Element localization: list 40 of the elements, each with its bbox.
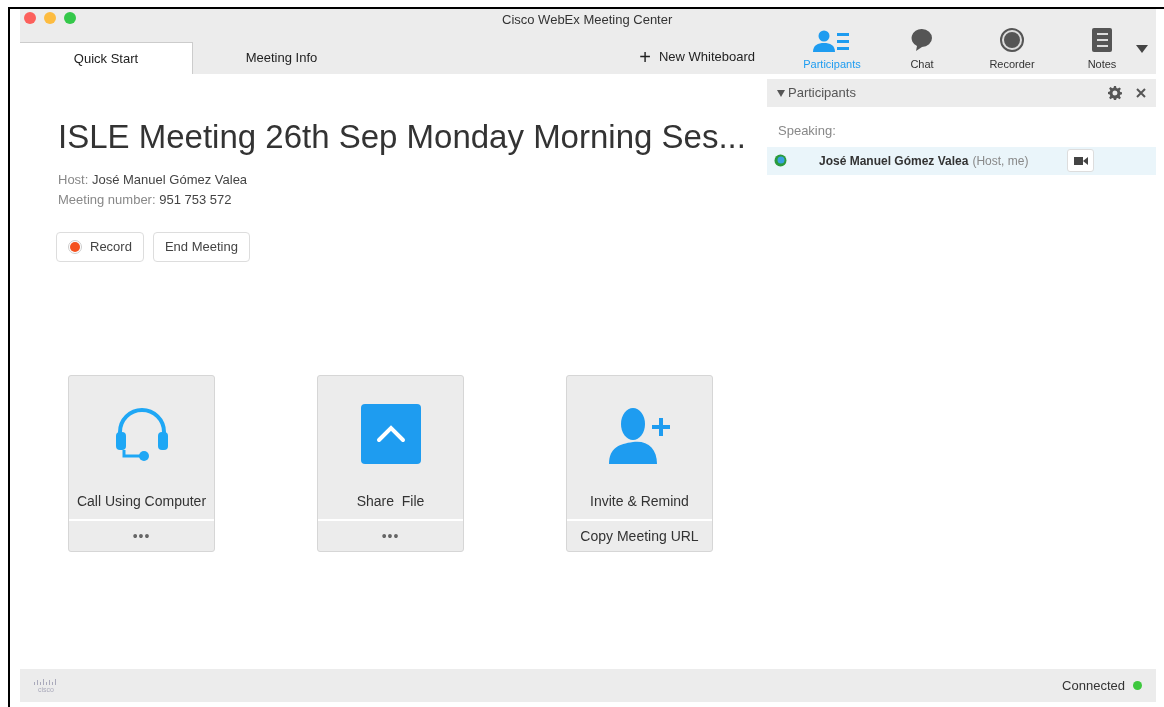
expand-triangle-icon[interactable]: [777, 89, 785, 97]
action-card[interactable]: Share File •••: [317, 375, 464, 552]
record-button[interactable]: Record: [56, 232, 144, 262]
meeting-number-line: Meeting number: 951 753 572: [58, 191, 232, 209]
card-label: Invite & Remind: [590, 492, 689, 511]
action-card[interactable]: Invite & Remind Copy Meeting URL: [566, 375, 713, 552]
video-camera-icon: [1073, 156, 1088, 165]
more-options-button[interactable]: •••: [318, 521, 463, 551]
new-whiteboard-button[interactable]: + New Whiteboard: [639, 47, 755, 67]
close-icon[interactable]: [1136, 88, 1146, 98]
participant-name: José Manuel Gómez Valea: [819, 152, 969, 170]
tab[interactable]: Quick Start: [20, 42, 193, 74]
participants-icon: [813, 29, 851, 52]
window-title: Cisco WebEx Meeting Center: [502, 11, 673, 29]
connection-status: Connected: [1062, 676, 1125, 695]
panel-title: Participants: [788, 84, 856, 103]
participant-role: (Host, me): [972, 152, 1029, 170]
close-window-button[interactable]: [24, 12, 36, 24]
host-line: Host: José Manuel Gómez Valea: [58, 171, 248, 189]
record-dot-icon: [68, 240, 82, 254]
more-options-button[interactable]: •••: [69, 521, 214, 551]
upload-icon: [360, 404, 421, 464]
section-label: Speaking:: [777, 122, 837, 140]
status-icon: [774, 154, 787, 167]
meeting-title: ISLE Meeting 26th Sep Monday Morning Ses...: [58, 117, 746, 157]
toolbar-button[interactable]: Chat: [877, 27, 967, 72]
end-meeting-button[interactable]: End Meeting: [152, 232, 250, 262]
toolbar-button[interactable]: Recorder: [967, 27, 1057, 72]
video-button[interactable]: [1067, 149, 1094, 172]
notebook-icon: [1091, 27, 1113, 52]
settings-icon[interactable]: [1108, 86, 1122, 100]
copy-url-button[interactable]: Copy Meeting URL: [567, 521, 712, 551]
card-label: Call Using Computer: [76, 492, 207, 511]
participant-row[interactable]: José Manuel Gómez Valea (Host, me): [767, 146, 1156, 175]
card-label: Share File: [356, 492, 425, 511]
toolbar-button[interactable]: Notes: [1057, 27, 1147, 72]
dropdown-caret-icon[interactable]: [1136, 45, 1148, 53]
record-icon: [1000, 27, 1024, 52]
action-card[interactable]: Call Using Computer •••: [68, 375, 215, 552]
speech-bubble-icon: [911, 27, 933, 52]
